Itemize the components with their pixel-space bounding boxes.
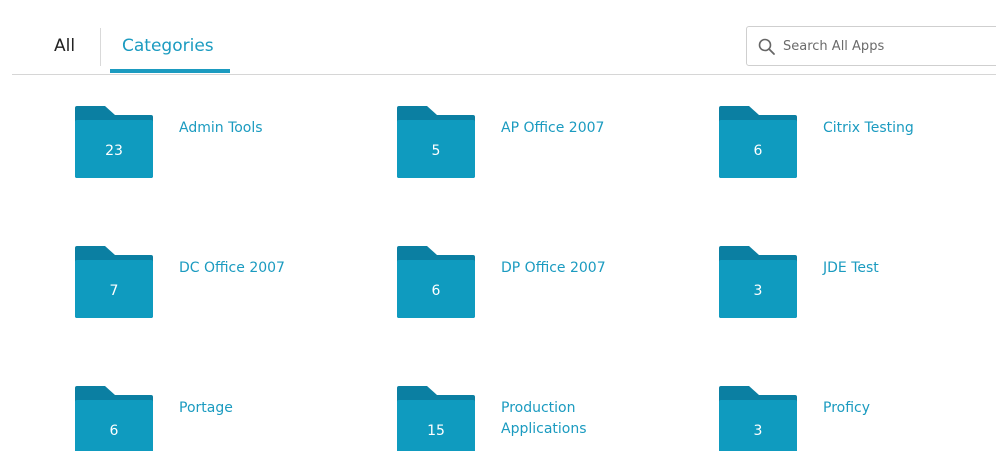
folder-count: 7	[109, 283, 119, 299]
folder-label[interactable]: DC Office 2007	[179, 258, 329, 279]
category-folder[interactable]: 5 AP Office 2007	[397, 104, 657, 184]
folder-icon	[75, 386, 153, 451]
folder-icon	[719, 386, 797, 451]
category-folder[interactable]: 3 JDE Test	[719, 244, 979, 324]
folder-label[interactable]: AP Office 2007	[501, 118, 651, 139]
folder-count: 6	[753, 143, 763, 159]
folder-count: 6	[431, 283, 441, 299]
category-folder[interactable]: 6 Portage	[75, 384, 335, 451]
tab-categories[interactable]: Categories	[122, 36, 214, 56]
header-divider	[12, 74, 996, 75]
search-input[interactable]	[783, 27, 993, 65]
folder-label[interactable]: Portage	[179, 398, 329, 419]
folder-count: 6	[109, 423, 119, 439]
active-tab-indicator	[110, 69, 230, 73]
folder-label[interactable]: JDE Test	[823, 258, 973, 279]
folder-icon	[719, 106, 797, 178]
search-icon	[758, 38, 775, 55]
folder-label[interactable]: Citrix Testing	[823, 118, 973, 139]
search-box[interactable]	[746, 26, 996, 66]
folder-icon	[75, 246, 153, 318]
tab-divider	[100, 28, 101, 66]
category-folder[interactable]: 23 Admin Tools	[75, 104, 335, 184]
folder-count: 5	[431, 143, 441, 159]
category-folder[interactable]: 6 Citrix Testing	[719, 104, 979, 184]
folder-count: 23	[105, 143, 123, 159]
folder-label[interactable]: DP Office 2007	[501, 258, 651, 279]
folder-label[interactable]: Admin Tools	[179, 118, 329, 139]
folder-icon	[719, 246, 797, 318]
category-folder[interactable]: 15 Production Applications	[397, 384, 657, 451]
folder-count: 3	[753, 423, 763, 439]
top-bar: All Categories	[0, 0, 996, 76]
folder-icon	[397, 386, 475, 451]
folder-count: 3	[753, 283, 763, 299]
tab-all[interactable]: All	[54, 36, 75, 56]
category-folder[interactable]: 3 Proficy	[719, 384, 979, 451]
folder-label[interactable]: Proficy	[823, 398, 973, 419]
folder-icon	[75, 106, 153, 178]
category-folder[interactable]: 6 DP Office 2007	[397, 244, 657, 324]
folder-count: 15	[427, 423, 445, 439]
folder-label[interactable]: Production Applications	[501, 398, 651, 440]
folder-icon	[397, 106, 475, 178]
folder-icon	[397, 246, 475, 318]
category-folder[interactable]: 7 DC Office 2007	[75, 244, 335, 324]
